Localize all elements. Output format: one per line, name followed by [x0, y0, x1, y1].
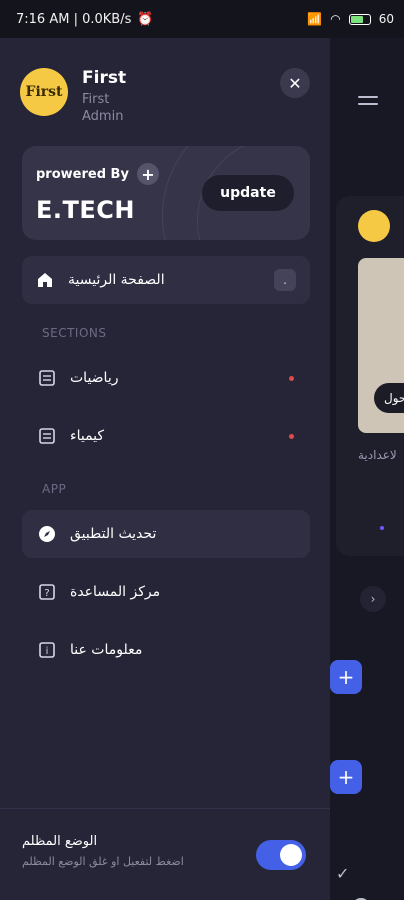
alarm-icon: ⏰ [137, 11, 154, 27]
divider [0, 808, 330, 809]
sidebar-item-update-app[interactable]: تحديث التطبيق [22, 510, 310, 558]
compass-icon [38, 525, 56, 543]
sidebar-item-label: معلومات عنا [70, 642, 143, 658]
dark-mode-title: الوضع المظلم [22, 834, 98, 849]
svg-text:i: i [46, 646, 49, 657]
sidebar-item-home[interactable]: الصفحة الرئيسية . [22, 256, 310, 304]
powered-by: prowered By + [36, 163, 159, 185]
dark-mode-subtitle: اضغط لتفعيل او غلق الوضع المظلم [22, 855, 184, 868]
add-icon[interactable]: + [330, 660, 362, 694]
dark-mode-toggle[interactable] [256, 840, 306, 870]
powered-by-label: prowered By [36, 166, 129, 182]
dark-mode-setting: الوضع المظلم اضغط لتفعيل او غلق الوضع ال… [22, 834, 184, 868]
background-logo [358, 210, 390, 242]
sidebar-item-label: الصفحة الرئيسية [68, 272, 165, 288]
book-icon [38, 427, 56, 445]
sidebar-item-math[interactable]: رياضيات [22, 354, 310, 402]
close-drawer-button[interactable]: ✕ [280, 68, 310, 98]
profile-name: First [82, 68, 127, 88]
background-card-text: لاعدادية [358, 448, 397, 462]
home-icon [38, 273, 52, 287]
status-right: 📶 ◠ 60 [307, 12, 394, 26]
sidebar-item-label: كيمياء [70, 428, 105, 444]
promo-card: prowered By + E.TECH update [22, 146, 310, 240]
profile-role: Admin [82, 109, 124, 124]
sidebar-item-label: تحديث التطبيق [70, 526, 157, 542]
notification-dot [289, 433, 294, 439]
sidebar-item-about[interactable]: i معلومات عنا [22, 626, 310, 674]
sidebar-item-help-center[interactable]: ? مركز المساعدة [22, 568, 310, 616]
profile-text: First First Admin [82, 68, 126, 124]
help-icon: ? [38, 583, 56, 601]
sidebar-item-label: رياضيات [70, 370, 119, 386]
battery-icon [348, 13, 371, 25]
battery-percent: 60 [378, 12, 394, 26]
menu-icon[interactable] [358, 96, 378, 110]
navigation-drawer: First First First Admin ✕ prowered By + … [0, 38, 330, 900]
svg-text:?: ? [44, 588, 49, 599]
notification-dot [289, 375, 294, 381]
signal-icon: 📶 [307, 12, 323, 26]
close-icon: ✕ [288, 73, 302, 93]
avatar: First [20, 68, 68, 116]
wifi-icon: ◠ [330, 12, 341, 26]
brand-name: E.TECH [36, 196, 135, 224]
status-bar: 7:16 AM | 0.0KB/s ⏰ 📶 ◠ 60 [0, 0, 404, 38]
update-button[interactable]: update [202, 175, 294, 211]
sidebar-item-chemistry[interactable]: كيمياء [22, 412, 310, 460]
sections-heading: SECTIONS [42, 326, 107, 340]
check-icon[interactable]: ✓ [336, 864, 349, 883]
background-dot [380, 526, 384, 530]
info-icon: i [38, 641, 56, 659]
sidebar-item-label: مركز المساعدة [70, 584, 161, 600]
status-left: 7:16 AM | 0.0KB/s ⏰ [16, 12, 307, 27]
app-heading: APP [42, 482, 67, 496]
add-icon[interactable]: + [330, 760, 362, 794]
home-badge: . [274, 269, 296, 291]
background-pill[interactable]: حول [374, 383, 404, 413]
profile-header: First First First Admin [20, 68, 126, 124]
profile-subtitle: First [82, 92, 110, 107]
status-time: 7:16 AM | 0.0KB/s [16, 11, 132, 27]
chevron-right-icon[interactable]: › [360, 586, 386, 612]
book-icon [38, 369, 56, 387]
toggle-knob [280, 844, 302, 866]
plus-icon[interactable]: + [136, 163, 159, 185]
